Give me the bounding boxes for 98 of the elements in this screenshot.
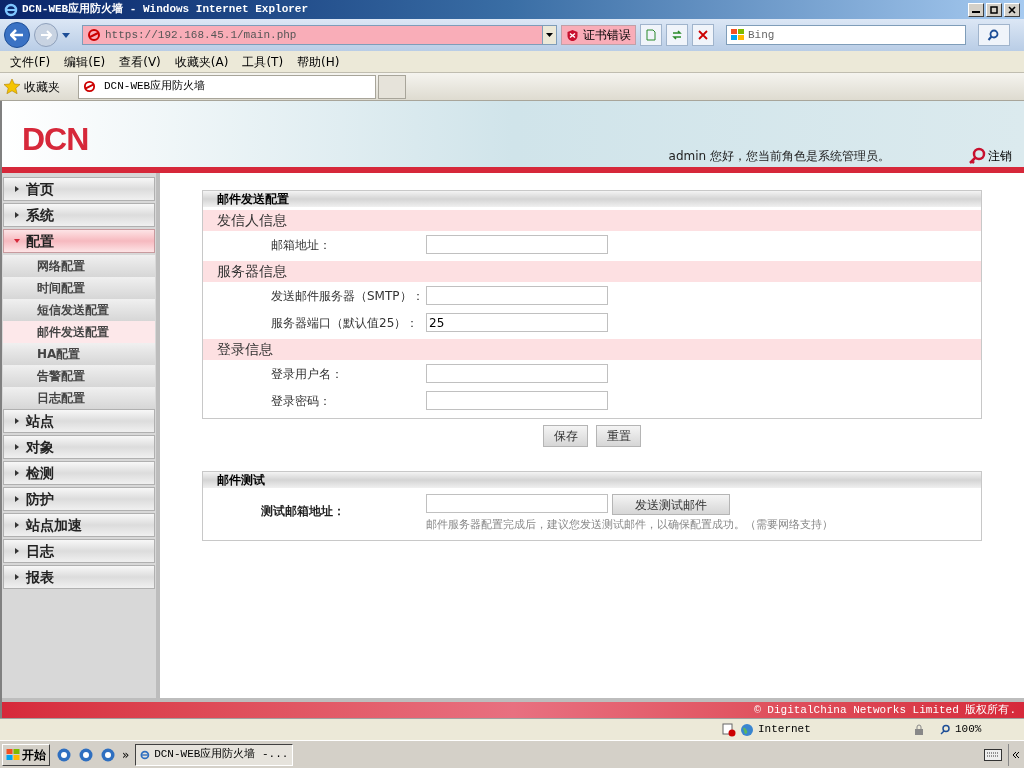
field-label: 服务器端口（默认值25）： xyxy=(271,314,420,332)
field-label: 登录密码： xyxy=(271,392,332,410)
caret-right-icon xyxy=(14,522,20,528)
field-label: 邮箱地址： xyxy=(271,236,332,254)
text-input[interactable] xyxy=(426,391,608,410)
logo: DCN xyxy=(22,120,89,159)
favorites-button[interactable]: 收藏夹 xyxy=(0,77,78,96)
double-chevron-icon xyxy=(1011,750,1020,759)
save-button[interactable]: 保存 xyxy=(543,425,588,447)
search-input[interactable]: Bing xyxy=(748,26,965,44)
copyright-text: © DigitalChina Networks Limited 版权所有. xyxy=(754,702,1016,718)
field-label: 发送邮件服务器（SMTP）： xyxy=(271,287,425,305)
taskbar-window-button[interactable]: DCN-WEB应用防火墙 -... xyxy=(135,743,294,766)
zone-text: Internet xyxy=(758,722,812,738)
sidebar-item[interactable]: 站点 xyxy=(3,409,155,433)
start-button[interactable]: 开始 xyxy=(2,743,50,766)
section-heading: 登录信息 xyxy=(203,339,981,360)
keyboard-icon xyxy=(984,748,1002,761)
caret-right-icon xyxy=(14,496,20,502)
window-title: DCN-WEB应用防火墙 - Windows Internet Explorer xyxy=(22,1,309,18)
refresh-page-icon xyxy=(645,29,657,41)
lock-icon xyxy=(913,723,925,736)
text-input[interactable] xyxy=(426,235,608,254)
field-label: 登录用户名： xyxy=(271,365,344,383)
sidebar-item[interactable]: 系统 xyxy=(3,203,155,227)
sidebar-item[interactable]: 首页 xyxy=(3,177,155,201)
sidebar-item[interactable]: 配置 xyxy=(3,229,155,253)
back-button[interactable] xyxy=(4,22,30,48)
menu-item[interactable]: 收藏夹(A) xyxy=(172,52,231,71)
maximize-button[interactable] xyxy=(986,2,1002,17)
expand-tray-button[interactable] xyxy=(1008,743,1022,766)
reset-button[interactable]: 重置 xyxy=(596,425,641,447)
shield-icon xyxy=(566,28,579,42)
sidebar-item[interactable]: 防护 xyxy=(3,487,155,511)
greeting-text: admin 您好，您当前角色是系统管理员。 xyxy=(668,148,890,165)
browser-tab[interactable]: DCN-WEB应用防火墙 xyxy=(78,74,376,99)
dropdown-caret-icon xyxy=(62,32,70,38)
address-field[interactable]: https://192.168.45.1/main.php xyxy=(82,25,557,45)
maximize-icon xyxy=(990,5,998,14)
sidebar-item[interactable]: 报表 xyxy=(3,565,155,589)
stop-button[interactable] xyxy=(692,24,714,46)
page-icon xyxy=(83,80,96,93)
sidebar-item[interactable]: 检测 xyxy=(3,461,155,485)
page-icon xyxy=(87,28,101,42)
star-icon xyxy=(4,79,20,94)
url-text: https://192.168.45.1/main.php xyxy=(105,27,297,43)
close-icon xyxy=(1008,5,1016,14)
hint-text: 邮件服务器配置完成后，建议您发送测试邮件，以确保配置成功。（需要网络支持） xyxy=(426,517,833,533)
caret-right-icon xyxy=(14,548,20,554)
text-input[interactable]: 25 xyxy=(426,313,608,332)
sidebar-item[interactable]: 对象 xyxy=(3,435,155,459)
browser-logo-icon xyxy=(4,2,18,17)
windows-flag-icon xyxy=(731,29,744,41)
windows-flag-icon xyxy=(6,748,20,761)
sidebar-subitem[interactable]: 邮件发送配置 xyxy=(3,321,155,343)
text-input[interactable] xyxy=(426,364,608,383)
caret-right-icon xyxy=(14,186,20,192)
text-input[interactable] xyxy=(426,494,608,513)
text-input[interactable] xyxy=(426,286,608,305)
minimize-icon xyxy=(972,11,980,13)
panel-title: 邮件测试 xyxy=(203,472,981,488)
menu-item[interactable]: 编辑(E) xyxy=(62,52,108,71)
menu-item[interactable]: 帮助(H) xyxy=(295,52,342,71)
search-icon xyxy=(987,29,1001,41)
panel-title: 邮件发送配置 xyxy=(203,191,981,207)
search-field[interactable]: Bing xyxy=(726,25,966,45)
forward-arrow-icon xyxy=(40,30,52,40)
menu-item[interactable]: 文件(F) xyxy=(8,52,53,71)
key-icon xyxy=(968,147,986,165)
caret-right-icon xyxy=(14,212,20,218)
caret-right-icon xyxy=(14,418,20,424)
certificate-error-button[interactable]: 证书错误 xyxy=(561,25,636,45)
menu-item[interactable]: 工具(T) xyxy=(240,52,286,71)
menu-item[interactable]: 查看(V) xyxy=(117,52,163,71)
field-label: 测试邮箱地址： xyxy=(261,503,346,520)
blocked-icon xyxy=(722,722,736,737)
minimize-button[interactable] xyxy=(968,2,984,17)
search-button[interactable] xyxy=(978,24,1010,46)
refresh-button[interactable] xyxy=(666,24,688,46)
more-quicklaunch-button[interactable]: » xyxy=(122,745,130,764)
caret-down-icon xyxy=(546,33,553,37)
section-heading: 发信人信息 xyxy=(203,210,981,231)
caret-right-icon xyxy=(14,444,20,450)
send-test-mail-button[interactable]: 发送测试邮件 xyxy=(612,494,730,515)
caret-right-icon xyxy=(14,574,20,580)
caret-right-icon xyxy=(14,470,20,476)
section-heading: 服务器信息 xyxy=(203,261,981,282)
close-button[interactable] xyxy=(1004,2,1020,17)
back-arrow-icon xyxy=(10,29,24,41)
magnifier-icon xyxy=(940,724,951,735)
refresh-icon xyxy=(671,29,683,41)
stop-icon xyxy=(697,29,709,41)
logout-link[interactable]: 注销 xyxy=(968,147,1012,165)
sidebar-item[interactable]: 日志 xyxy=(3,539,155,563)
zoom-button[interactable]: 100% xyxy=(940,721,1020,738)
url-dropdown-button[interactable] xyxy=(542,26,556,44)
sidebar-item[interactable]: 站点加速 xyxy=(3,513,155,537)
caret-down-icon xyxy=(14,238,20,244)
